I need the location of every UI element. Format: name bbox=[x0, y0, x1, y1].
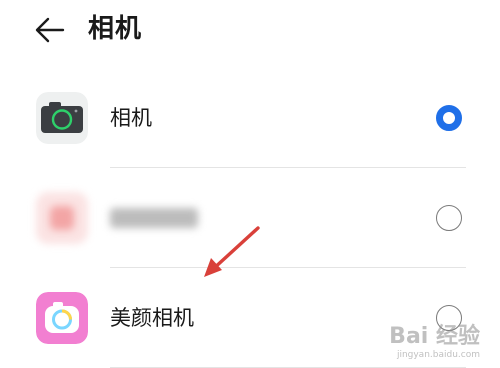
arrow-left-icon bbox=[35, 17, 65, 43]
radio-selected[interactable] bbox=[436, 105, 462, 131]
radio-unselected[interactable] bbox=[436, 205, 462, 231]
page-title: 相机 bbox=[88, 14, 143, 44]
app-label: 美颜相机 bbox=[110, 306, 194, 330]
watermark-url: jingyan.baidu.com bbox=[396, 350, 480, 360]
list-item-blurred-app[interactable] bbox=[0, 168, 500, 268]
watermark-logo: Bai 经验 bbox=[389, 324, 480, 349]
list-item-camera[interactable]: 相机 bbox=[0, 68, 500, 168]
blurred-app-icon bbox=[36, 192, 88, 244]
beauty-camera-icon bbox=[36, 292, 88, 344]
blurred-app-label bbox=[110, 208, 198, 228]
camera-icon bbox=[36, 92, 88, 144]
app-label: 相机 bbox=[110, 106, 152, 130]
back-button[interactable] bbox=[30, 12, 70, 48]
header: 相机 bbox=[0, 0, 500, 60]
baidu-watermark: Bai 经验 jingyan.baidu.com bbox=[389, 318, 480, 360]
